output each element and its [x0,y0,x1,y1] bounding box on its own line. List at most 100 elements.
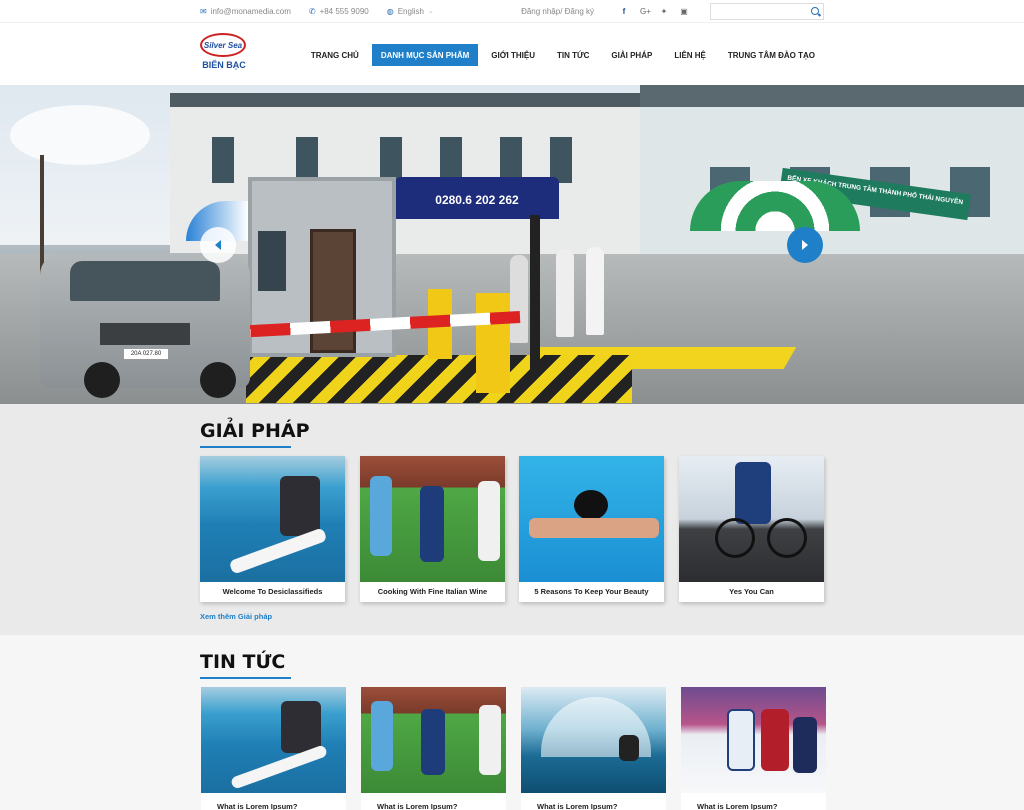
slider-prev-button[interactable] [200,227,236,263]
nav-item-product-categories[interactable]: DANH MỤC SẢN PHẨM [371,44,479,66]
phone-icon: ✆ [308,6,316,16]
language-selector[interactable]: ◍ English ⌄ [387,7,434,16]
solution-card[interactable]: Cooking With Fine Italian Wine [360,456,505,602]
umbrella-blue: 0280.6 202 262 [395,177,559,219]
bike-wheel [715,518,755,558]
surfboard [229,744,329,790]
news-caption: What is Lorem Ipsum? [217,802,298,810]
title-underline [200,446,291,448]
booth-base [246,355,632,403]
news-card[interactable]: What is Lorem Ipsum? [361,687,506,810]
arrow-left-icon [215,240,221,250]
player-figure [479,705,501,775]
cyclist-figure [735,462,771,524]
nav-item-home[interactable]: TRANG CHỦ [302,44,368,66]
hero-slider: BẾN XE KHÁCH TRUNG TÂM THÀNH PHỐ THÁI NG… [0,85,1024,404]
player-figure [371,701,393,771]
phone-text: +84 555 9090 [319,6,369,16]
arrow-right-icon [802,240,808,250]
player-figure [727,709,755,771]
globe-icon: ◍ [386,6,394,16]
person [586,247,604,335]
news-section: TIN TỨC What is Lorem Ipsum? What is Lor… [0,635,1024,810]
login-register-link[interactable]: Đăng nhập/ Đăng ký [521,7,594,16]
solution-card[interactable]: Yes You Can [679,456,824,602]
slider-next-button[interactable] [787,227,823,263]
player-figure [420,486,444,562]
logo-emblem-text: Silver Sea [203,40,243,50]
bike-wheel [767,518,807,558]
umbrella-green [690,181,860,231]
player-figure [421,709,445,775]
search-input[interactable] [711,3,807,19]
top-bar: ✉ info@monamedia.com ✆ +84 555 9090 ◍ En… [0,0,1024,22]
envelope-icon: ✉ [200,6,207,16]
card-image-cycling [679,456,824,582]
language-text: English [397,6,424,16]
chevron-down-icon: ⌄ [427,8,434,15]
car-wheel [200,362,236,398]
swimmer-arms [529,518,659,538]
news-card[interactable]: What is Lorem Ipsum? [201,687,346,810]
news-title: TIN TỨC [200,651,286,673]
barrier-post [476,293,510,393]
swimmer-cap [574,490,608,520]
card-image-motorcycle-wave [521,687,666,793]
nav-item-news[interactable]: TIN TỨC [548,44,598,66]
rider-figure [619,735,639,761]
player-figure [793,717,817,773]
search-icon[interactable] [811,6,819,15]
card-image-field-hockey [360,456,505,582]
pole [530,215,540,375]
card-image-ice-hockey [681,687,826,793]
email-contact[interactable]: ✉ info@monamedia.com [200,7,291,16]
nav-item-about[interactable]: GIỚI THIỆU [482,44,544,66]
solution-card[interactable]: Welcome To Desiclassifieds [200,456,345,602]
logo-emblem: Silver Sea [200,33,246,57]
main-nav: TRANG CHỦ DANH MỤC SẢN PHẨM GIỚI THIỆU T… [298,44,824,66]
solution-card[interactable]: 5 Reasons To Keep Your Beauty [519,456,664,602]
facebook-icon[interactable]: f [620,7,628,16]
player-figure [478,481,500,561]
news-caption: What is Lorem Ipsum? [537,802,618,810]
card-caption: Yes You Can [729,587,774,596]
site-logo[interactable]: Silver Sea BIỂN BẠC [200,33,248,77]
card-image-surfing [200,456,345,582]
card-image-surfing [201,687,346,793]
news-caption: What is Lorem Ipsum? [377,802,458,810]
phone-contact[interactable]: ✆ +84 555 9090 [309,7,369,16]
nav-item-contact[interactable]: LIÊN HỆ [665,44,715,66]
car-grill [100,323,190,345]
booth-window [258,231,286,291]
nav-item-solutions[interactable]: GIẢI PHÁP [602,44,661,66]
solutions-section: GIẢI PHÁP Welcome To Desiclassifieds Coo… [0,404,1024,635]
card-caption: Cooking With Fine Italian Wine [377,587,488,596]
solutions-title: GIẢI PHÁP [200,420,310,442]
news-card[interactable]: What is Lorem Ipsum? [521,687,666,810]
header: Silver Sea BIỂN BẠC TRANG CHỦ DANH MỤC S… [0,22,1024,85]
car-windshield [70,261,220,301]
player-figure [761,709,789,771]
car-plate: 20A 027.80 [124,349,168,359]
person [556,249,574,337]
twitter-icon[interactable]: ✦ [660,7,668,16]
news-card[interactable]: What is Lorem Ipsum? [681,687,826,810]
booth-door [310,229,356,353]
google-plus-icon[interactable]: G+ [640,7,651,16]
search-box [710,2,824,20]
car: 20A 027.80 [40,253,250,398]
card-image-swimming [519,456,664,582]
surfer-figure [281,701,321,753]
see-more-solutions-link[interactable]: Xem thêm Giải pháp [200,612,272,621]
card-caption: Welcome To Desiclassifieds [222,587,323,596]
nav-item-training-center[interactable]: TRUNG TÂM ĐÀO TẠO [719,44,824,66]
youtube-icon[interactable]: ▣ [680,7,688,16]
card-caption: 5 Reasons To Keep Your Beauty [534,587,649,596]
social-links: f G+ ✦ ▣ [620,7,688,16]
building-window [212,137,234,183]
email-text: info@monamedia.com [210,6,291,16]
title-underline [200,677,291,679]
player-figure [370,476,392,556]
logo-name: BIỂN BẠC [202,60,246,70]
car-wheel [84,362,120,398]
